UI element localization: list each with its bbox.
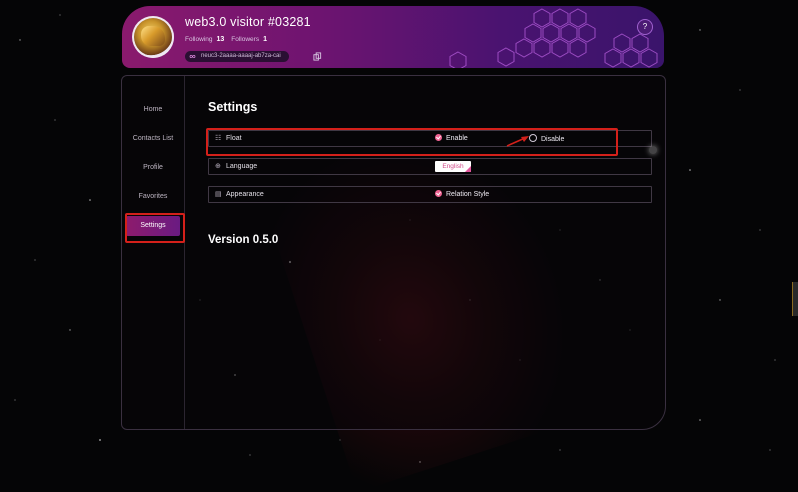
radio-relation-style-label: Relation Style: [446, 191, 490, 198]
profile-header: web3.0 visitor #03281 Following 13 Followe…: [122, 6, 664, 68]
setting-row-language: ⊕ Language English: [208, 158, 652, 175]
version-label: Version 0.5.0: [208, 234, 279, 246]
help-button[interactable]: ?: [638, 20, 652, 34]
globe-icon: ⊕: [215, 163, 221, 170]
sidebar-item-contacts-list[interactable]: Contacts List: [126, 129, 180, 149]
radio-checked-icon: [435, 190, 442, 197]
appearance-icon: ▤: [215, 191, 222, 198]
followers-count[interactable]: 1: [263, 36, 267, 43]
sidebar-item-favorites[interactable]: Favorites: [126, 187, 180, 207]
followers-label: Followers: [231, 36, 260, 43]
scroll-handle[interactable]: [649, 146, 657, 154]
annotation-box-settings-nav: [125, 213, 185, 243]
edge-tab[interactable]: [792, 282, 798, 316]
page-title: Settings: [208, 100, 258, 114]
principal-id-text: neuc3-2aaaa-aaaaj-ab7za-cai: [201, 53, 281, 59]
follow-stats: Following 13 Followers 1: [185, 36, 274, 43]
sidebar-item-home[interactable]: Home: [126, 100, 180, 120]
avatar[interactable]: [132, 16, 174, 58]
hexagon-pattern: [449, 8, 658, 68]
sidebar: Home Contacts List Profile Favorites Set…: [122, 76, 185, 429]
setting-label-appearance: Appearance: [226, 191, 264, 198]
annotation-arrow: [506, 136, 529, 147]
setting-label-language: Language: [226, 163, 258, 170]
sidebar-item-profile[interactable]: Profile: [126, 158, 180, 178]
principal-id-badge: neuc3-2aaaa-aaaaj-ab7za-cai: [185, 51, 289, 62]
radio-relation-style[interactable]: Relation Style: [435, 190, 489, 198]
username: web3.0 visitor #03281: [185, 15, 311, 29]
following-count[interactable]: 13: [216, 36, 224, 43]
annotation-box-float-row: [206, 128, 618, 156]
infinity-icon: [189, 55, 196, 58]
settings-panel: Home Contacts List Profile Favorites Set…: [121, 75, 666, 430]
setting-row-appearance: ▤ Appearance Relation Style: [208, 186, 652, 203]
following-label: Following: [185, 36, 213, 43]
language-select[interactable]: English: [435, 161, 471, 172]
copy-icon[interactable]: [313, 52, 322, 61]
